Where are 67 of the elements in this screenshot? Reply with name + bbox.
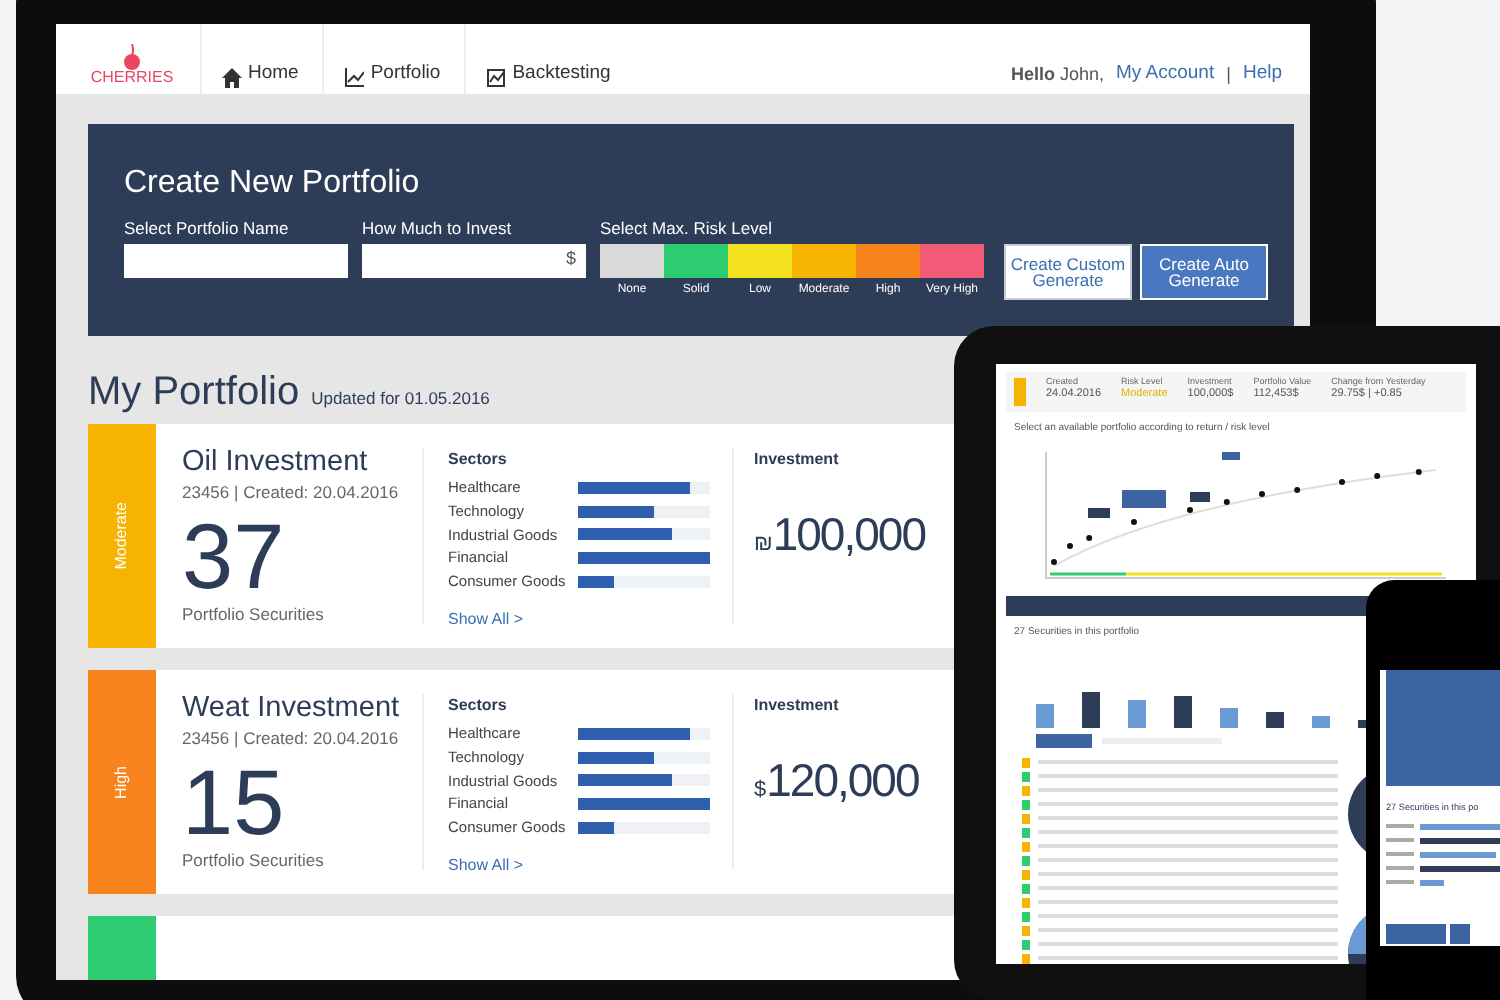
field-label: Select Portfolio Name: [124, 220, 291, 237]
risk-segment[interactable]: [920, 243, 984, 277]
show-all-link[interactable]: Show All >: [448, 854, 524, 879]
data-point: [1294, 486, 1301, 492]
create-button[interactable]: Create Auto Generate: [1140, 244, 1268, 300]
section-title: My Portfolio: [88, 372, 300, 412]
field-label: Select Max. Risk Level: [600, 220, 774, 237]
data-point: [1415, 468, 1422, 474]
portfolio-meta: 23456 | Created: 20.04.2016: [182, 479, 401, 506]
data-point: [1223, 498, 1230, 504]
data-point: [1187, 506, 1193, 512]
nav-link[interactable]: Backtesting: [464, 24, 635, 94]
chart-board-icon: [486, 68, 507, 88]
currency-symbol: $: [754, 776, 767, 806]
cherry-icon: [122, 44, 142, 70]
data-point: [1259, 490, 1265, 496]
portfolio-name: Oil Investment: [182, 448, 370, 480]
updated-text: Updated for 01.05.2016: [311, 386, 490, 412]
risk-marker: [1014, 378, 1026, 406]
risk-segment[interactable]: [728, 243, 792, 277]
point-label: [1122, 489, 1166, 507]
nav-link[interactable]: Portfolio: [322, 24, 465, 94]
investment-amount: 100,000: [772, 512, 925, 558]
nav-link[interactable]: Home: [200, 24, 323, 94]
phone-bar-chart-drawing: [1386, 823, 1500, 886]
account-link[interactable]: Help: [1242, 59, 1282, 88]
risk-label: Moderate: [110, 502, 132, 570]
point-label: [1190, 491, 1210, 501]
currency-symbol: ₪: [754, 530, 773, 560]
data-point: [1131, 518, 1137, 524]
create-button[interactable]: Create Custom Generate: [1004, 244, 1132, 300]
risk-segment[interactable]: [856, 243, 920, 277]
show-all-link[interactable]: Show All >: [448, 608, 524, 633]
field-label: How Much to Invest: [362, 220, 514, 237]
data-point: [1339, 478, 1345, 484]
portfolio-meta: 23456 | Created: 20.04.2016: [182, 725, 401, 752]
data-point: [1067, 542, 1073, 548]
sectors-heading: Sectors: [448, 694, 509, 718]
data-point: [1374, 472, 1381, 478]
point-label: [1088, 507, 1110, 517]
line-chart-icon: [344, 68, 365, 88]
securities-count: 15: [182, 755, 285, 848]
input-field[interactable]: $: [362, 243, 586, 277]
separator-text: |: [1226, 61, 1231, 88]
greeting-text: Hello John,: [1010, 61, 1104, 87]
securities-count: 37: [182, 509, 285, 602]
investment-heading: Investment: [754, 448, 841, 472]
point-label: [1222, 451, 1240, 459]
data-point: [1051, 558, 1057, 564]
count-label: Portfolio Securities: [182, 601, 326, 627]
data-point: [1086, 534, 1093, 540]
risk-label: High: [110, 765, 132, 799]
sectors-heading: Sectors: [448, 448, 509, 472]
investment-amount: 120,000: [766, 758, 919, 804]
risk-level-bar[interactable]: [600, 243, 984, 277]
logo-text: CHERRIES: [90, 70, 174, 86]
risk-segment[interactable]: [792, 243, 856, 277]
risk-segment[interactable]: [664, 243, 728, 277]
panel-title: Create New Portfolio: [124, 168, 422, 200]
portfolio-name: Weat Investment: [182, 694, 402, 726]
input-field[interactable]: [124, 243, 348, 277]
count-label: Portfolio Securities: [182, 847, 326, 873]
account-link[interactable]: My Account: [1116, 59, 1215, 88]
summary-panel: [1386, 670, 1500, 786]
risk-segment[interactable]: [600, 243, 664, 277]
investment-heading: Investment: [754, 694, 841, 718]
home-icon: [222, 68, 242, 88]
